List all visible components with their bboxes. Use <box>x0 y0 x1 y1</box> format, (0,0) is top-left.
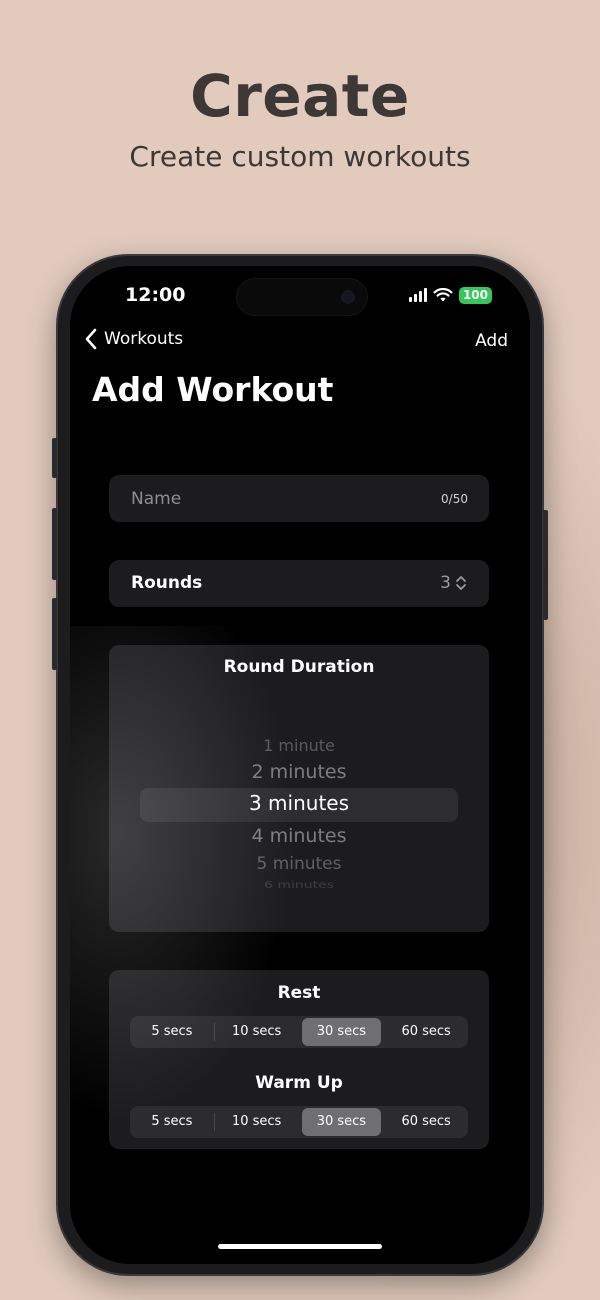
rounds-value: 3 <box>440 573 451 593</box>
picker-option[interactable]: 1 minute <box>109 736 489 755</box>
warm-up-segmented-control[interactable]: 5 secs 10 secs 30 secs 60 secs <box>130 1106 468 1138</box>
page-title: Add Workout <box>92 370 334 409</box>
picker-option[interactable]: 5 minutes <box>109 854 489 874</box>
status-icons: 100 <box>408 286 492 304</box>
power-button <box>543 510 548 620</box>
battery-icon: 100 <box>458 286 492 304</box>
picker-option[interactable]: 4 minutes <box>109 825 489 847</box>
rounds-picker[interactable]: 3 <box>440 573 467 593</box>
action-button <box>52 438 57 478</box>
home-indicator[interactable] <box>218 1244 382 1249</box>
chevron-left-icon <box>85 328 97 350</box>
warm-up-option-10[interactable]: 10 secs <box>217 1108 297 1136</box>
round-duration-card: Round Duration 1 minute 2 minutes 3 minu… <box>109 645 489 932</box>
hero-subtitle: Create custom workouts <box>129 140 471 173</box>
add-button[interactable]: Add <box>475 331 508 351</box>
name-field[interactable]: Name 0/50 <box>109 475 489 522</box>
rest-segmented-control[interactable]: 5 secs 10 secs 30 secs 60 secs <box>130 1016 468 1048</box>
rest-option-60[interactable]: 60 secs <box>386 1018 466 1046</box>
segment-divider <box>383 1113 384 1131</box>
intervals-card: Rest 5 secs 10 secs 30 secs 60 secs Warm… <box>109 970 489 1149</box>
chevron-up-down-icon <box>456 576 466 590</box>
warm-up-title: Warm Up <box>255 1073 343 1093</box>
back-button[interactable]: Workouts <box>84 328 183 350</box>
rest-option-10[interactable]: 10 secs <box>217 1018 297 1046</box>
back-label: Workouts <box>104 329 184 349</box>
warm-up-option-60[interactable]: 60 secs <box>386 1108 466 1136</box>
picker-option[interactable]: 6 minutes <box>109 879 489 890</box>
picker-option-selected[interactable]: 3 minutes <box>109 791 489 815</box>
volume-up-button <box>52 508 57 580</box>
rest-title: Rest <box>277 983 321 1003</box>
segment-divider <box>383 1023 384 1041</box>
rounds-label: Rounds <box>131 573 203 593</box>
signal-icon <box>408 288 427 302</box>
name-placeholder: Name <box>131 489 182 509</box>
warm-up-option-30[interactable]: 30 secs <box>301 1108 382 1136</box>
hero-title: Create <box>190 62 410 130</box>
segment-divider <box>213 1113 215 1131</box>
round-duration-title: Round Duration <box>223 657 375 677</box>
dynamic-island <box>236 278 368 316</box>
picker-option[interactable]: 2 minutes <box>109 761 489 783</box>
name-char-counter: 0/50 <box>441 492 468 506</box>
segment-divider <box>299 1113 300 1131</box>
wifi-icon <box>433 287 453 301</box>
rest-option-5[interactable]: 5 secs <box>132 1018 212 1046</box>
warm-up-option-5[interactable]: 5 secs <box>132 1108 212 1136</box>
status-time: 12:00 <box>125 284 186 306</box>
volume-down-button <box>52 598 57 670</box>
segment-divider <box>213 1023 215 1041</box>
phone-screen: 12:00 100 Workouts Add Add Workout Name … <box>70 266 530 1264</box>
segment-divider <box>299 1023 300 1041</box>
rounds-row[interactable]: Rounds 3 <box>109 560 489 607</box>
front-camera <box>341 290 355 304</box>
rest-option-30[interactable]: 30 secs <box>301 1018 382 1046</box>
